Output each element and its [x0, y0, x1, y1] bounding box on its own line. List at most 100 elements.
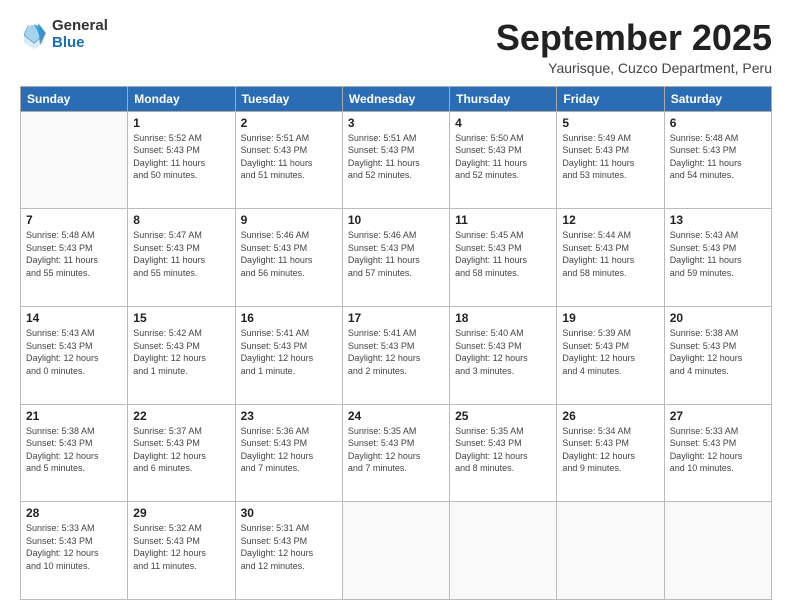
- header-saturday: Saturday: [664, 86, 771, 111]
- location: Yaurisque, Cuzco Department, Peru: [496, 60, 772, 76]
- day-info: Sunrise: 5:31 AM Sunset: 5:43 PM Dayligh…: [241, 522, 337, 572]
- table-row: 22Sunrise: 5:37 AM Sunset: 5:43 PM Dayli…: [128, 404, 235, 502]
- table-row: 10 Sunrise: 5:46 AM Sunset: 5:43 PM Dayli…: [342, 209, 449, 307]
- day-info: Sunrise: 5:39 AM Sunset: 5:43 PM Dayligh…: [562, 327, 658, 377]
- header-sunday: Sunday: [21, 86, 128, 111]
- title-block: September 2025 Yaurisque, Cuzco Departme…: [496, 18, 772, 76]
- day-info: Sunrise: 5:42 AM Sunset: 5:43 PM Dayligh…: [133, 327, 229, 377]
- day-number: 9: [241, 213, 337, 227]
- table-row: 26 Sunrise: 5:34 AM Sunset: 5:43 PM Dayli…: [557, 404, 664, 502]
- day-number: 16: [241, 311, 337, 325]
- day-number: 30: [241, 506, 337, 520]
- day-number: 5: [562, 116, 658, 130]
- day-number: 18: [455, 311, 551, 325]
- logo-icon: [20, 21, 48, 49]
- table-row: [664, 502, 771, 600]
- table-row: 5 Sunrise: 5:49 AM Sunset: 5:43 PM Daylig…: [557, 111, 664, 209]
- day-info: Sunrise: 5:46 AM Sunset: 5:43 PM Dayligh…: [241, 229, 337, 279]
- day-info: Sunrise: 5:35 AM Sunset: 5:43 PM Dayligh…: [348, 425, 444, 475]
- table-row: 28 Sunrise: 5:33 AM Sunset: 5:43 PM Dayli…: [21, 502, 128, 600]
- day-number: 7: [26, 213, 122, 227]
- table-row: 29 Sunrise: 5:32 AM Sunset: 5:43 PM Dayli…: [128, 502, 235, 600]
- table-row: 15 Sunrise: 5:42 AM Sunset: 5:43 PM Dayli…: [128, 306, 235, 404]
- header-friday: Friday: [557, 86, 664, 111]
- table-row: 27 Sunrise: 5:33 AM Sunset: 5:43 PM Dayli…: [664, 404, 771, 502]
- table-row: 18 Sunrise: 5:40 AM Sunset: 5:43 PM Dayli…: [450, 306, 557, 404]
- header-thursday: Thursday: [450, 86, 557, 111]
- calendar-week-row: 7 Sunrise: 5:48 AM Sunset: 5:43 PM Daylig…: [21, 209, 772, 307]
- day-number: 6: [670, 116, 766, 130]
- day-info: Sunrise: 5:46 AM Sunset: 5:43 PM Dayligh…: [348, 229, 444, 279]
- day-number: 8: [133, 213, 229, 227]
- logo-blue-text: Blue: [52, 35, 108, 52]
- page: General Blue September 2025 Yaurisque, C…: [0, 0, 792, 612]
- day-number: 15: [133, 311, 229, 325]
- day-info: Sunrise: 5:43 AM Sunset: 5:43 PM Dayligh…: [26, 327, 122, 377]
- table-row: 25 Sunrise: 5:35 AM Sunset: 5:43 PM Dayli…: [450, 404, 557, 502]
- table-row: 9 Sunrise: 5:46 AM Sunset: 5:43 PM Daylig…: [235, 209, 342, 307]
- day-info: Sunrise: 5:51 AM Sunset: 5:43 PM Dayligh…: [348, 132, 444, 182]
- calendar-week-row: 1Sunrise: 5:52 AM Sunset: 5:43 PM Daylig…: [21, 111, 772, 209]
- day-number: 28: [26, 506, 122, 520]
- table-row: 30 Sunrise: 5:31 AM Sunset: 5:43 PM Dayli…: [235, 502, 342, 600]
- day-info: Sunrise: 5:38 AM Sunset: 5:43 PM Dayligh…: [670, 327, 766, 377]
- logo-general-text: General: [52, 18, 108, 35]
- month-title: September 2025: [496, 18, 772, 58]
- day-info: Sunrise: 5:32 AM Sunset: 5:43 PM Dayligh…: [133, 522, 229, 572]
- table-row: 23Sunrise: 5:36 AM Sunset: 5:43 PM Dayli…: [235, 404, 342, 502]
- day-info: Sunrise: 5:49 AM Sunset: 5:43 PM Dayligh…: [562, 132, 658, 182]
- day-info: Sunrise: 5:47 AM Sunset: 5:43 PM Dayligh…: [133, 229, 229, 279]
- day-number: 26: [562, 409, 658, 423]
- day-info: Sunrise: 5:37 AM Sunset: 5:43 PM Dayligh…: [133, 425, 229, 475]
- table-row: [450, 502, 557, 600]
- day-info: Sunrise: 5:33 AM Sunset: 5:43 PM Dayligh…: [670, 425, 766, 475]
- day-info: Sunrise: 5:33 AM Sunset: 5:43 PM Dayligh…: [26, 522, 122, 572]
- logo: General Blue: [20, 18, 108, 51]
- header-monday: Monday: [128, 86, 235, 111]
- table-row: 8 Sunrise: 5:47 AM Sunset: 5:43 PM Daylig…: [128, 209, 235, 307]
- calendar-week-row: 21Sunrise: 5:38 AM Sunset: 5:43 PM Dayli…: [21, 404, 772, 502]
- day-number: 20: [670, 311, 766, 325]
- day-info: Sunrise: 5:41 AM Sunset: 5:43 PM Dayligh…: [241, 327, 337, 377]
- day-number: 2: [241, 116, 337, 130]
- table-row: [342, 502, 449, 600]
- day-number: 29: [133, 506, 229, 520]
- day-number: 17: [348, 311, 444, 325]
- table-row: 21Sunrise: 5:38 AM Sunset: 5:43 PM Dayli…: [21, 404, 128, 502]
- header: General Blue September 2025 Yaurisque, C…: [20, 18, 772, 76]
- day-info: Sunrise: 5:34 AM Sunset: 5:43 PM Dayligh…: [562, 425, 658, 475]
- day-info: Sunrise: 5:35 AM Sunset: 5:43 PM Dayligh…: [455, 425, 551, 475]
- day-info: Sunrise: 5:48 AM Sunset: 5:43 PM Dayligh…: [670, 132, 766, 182]
- day-info: Sunrise: 5:48 AM Sunset: 5:43 PM Dayligh…: [26, 229, 122, 279]
- header-wednesday: Wednesday: [342, 86, 449, 111]
- day-info: Sunrise: 5:44 AM Sunset: 5:43 PM Dayligh…: [562, 229, 658, 279]
- table-row: 6 Sunrise: 5:48 AM Sunset: 5:43 PM Daylig…: [664, 111, 771, 209]
- table-row: 17 Sunrise: 5:41 AM Sunset: 5:43 PM Dayli…: [342, 306, 449, 404]
- day-info: Sunrise: 5:36 AM Sunset: 5:43 PM Dayligh…: [241, 425, 337, 475]
- logo-text: General Blue: [52, 18, 108, 51]
- table-row: 12 Sunrise: 5:44 AM Sunset: 5:43 PM Dayli…: [557, 209, 664, 307]
- day-info: Sunrise: 5:38 AM Sunset: 5:43 PM Dayligh…: [26, 425, 122, 475]
- day-number: 25: [455, 409, 551, 423]
- day-number: 13: [670, 213, 766, 227]
- day-number: 19: [562, 311, 658, 325]
- table-row: 2Sunrise: 5:51 AM Sunset: 5:43 PM Daylig…: [235, 111, 342, 209]
- table-row: 3Sunrise: 5:51 AM Sunset: 5:43 PM Daylig…: [342, 111, 449, 209]
- day-info: Sunrise: 5:41 AM Sunset: 5:43 PM Dayligh…: [348, 327, 444, 377]
- calendar-table: Sunday Monday Tuesday Wednesday Thursday…: [20, 86, 772, 600]
- day-info: Sunrise: 5:50 AM Sunset: 5:43 PM Dayligh…: [455, 132, 551, 182]
- table-row: [557, 502, 664, 600]
- day-info: Sunrise: 5:40 AM Sunset: 5:43 PM Dayligh…: [455, 327, 551, 377]
- calendar-week-row: 28 Sunrise: 5:33 AM Sunset: 5:43 PM Dayli…: [21, 502, 772, 600]
- day-number: 1: [133, 116, 229, 130]
- day-number: 4: [455, 116, 551, 130]
- table-row: 19 Sunrise: 5:39 AM Sunset: 5:43 PM Dayli…: [557, 306, 664, 404]
- table-row: 4 Sunrise: 5:50 AM Sunset: 5:43 PM Daylig…: [450, 111, 557, 209]
- table-row: 14Sunrise: 5:43 AM Sunset: 5:43 PM Dayli…: [21, 306, 128, 404]
- table-row: 11Sunrise: 5:45 AM Sunset: 5:43 PM Dayli…: [450, 209, 557, 307]
- day-number: 27: [670, 409, 766, 423]
- table-row: 7 Sunrise: 5:48 AM Sunset: 5:43 PM Daylig…: [21, 209, 128, 307]
- calendar-header-row: Sunday Monday Tuesday Wednesday Thursday…: [21, 86, 772, 111]
- day-number: 12: [562, 213, 658, 227]
- day-number: 10: [348, 213, 444, 227]
